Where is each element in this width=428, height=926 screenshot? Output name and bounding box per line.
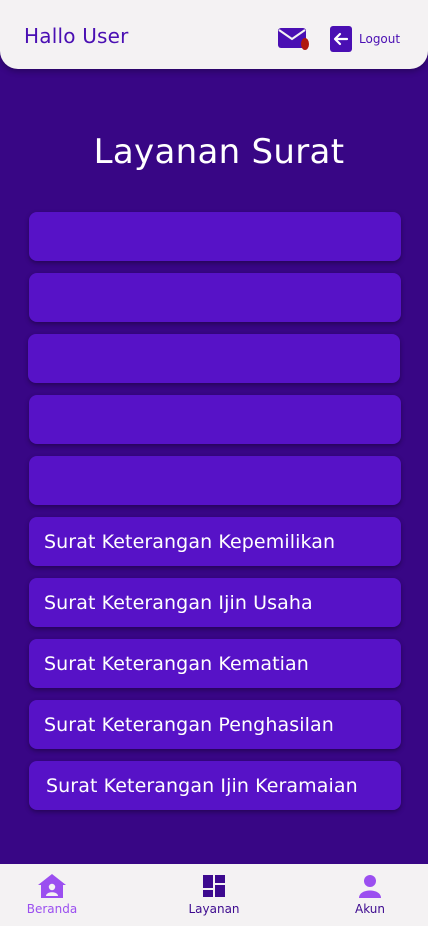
greeting-text: Hallo User	[24, 24, 129, 48]
service-item-1[interactable]	[29, 212, 401, 261]
bottom-nav: Beranda Layanan Akun	[0, 864, 428, 926]
mail-icon	[278, 28, 309, 50]
nav-label-beranda: Beranda	[26, 902, 78, 916]
app-screen: Hallo User Logout Layanan Surat Surat Ke…	[0, 0, 428, 926]
top-header: Hallo User Logout	[0, 0, 428, 69]
user-icon	[354, 872, 386, 900]
nav-item-beranda[interactable]: Beranda	[12, 872, 92, 916]
service-item-kematian[interactable]: Surat Keterangan Kematian	[29, 639, 401, 688]
notification-dot	[301, 38, 309, 50]
grid-icon	[198, 872, 230, 900]
service-item-2[interactable]	[29, 273, 401, 322]
logout-button[interactable]: Logout	[330, 26, 400, 52]
service-item-ijin-usaha[interactable]: Surat Keterangan Ijin Usaha	[29, 578, 401, 627]
nav-label-layanan: Layanan	[188, 902, 240, 916]
service-item-kepemilikan[interactable]: Surat Keterangan Kepemilikan	[29, 517, 401, 566]
service-item-3[interactable]	[28, 334, 400, 383]
home-icon	[36, 872, 68, 900]
nav-item-akun[interactable]: Akun	[330, 872, 410, 916]
logout-label: Logout	[359, 32, 401, 46]
nav-item-layanan[interactable]: Layanan	[174, 872, 254, 916]
page-title: Layanan Surat	[93, 132, 345, 172]
logout-icon	[330, 26, 352, 52]
nav-label-akun: Akun	[355, 902, 385, 916]
mail-button[interactable]	[277, 26, 311, 52]
service-item-5[interactable]	[29, 456, 401, 505]
service-item-ijin-keramaian[interactable]: Surat Keterangan Ijin Keramaian	[29, 761, 401, 810]
service-item-4[interactable]	[29, 395, 401, 444]
service-item-penghasilan[interactable]: Surat Keterangan Penghasilan	[29, 700, 401, 749]
